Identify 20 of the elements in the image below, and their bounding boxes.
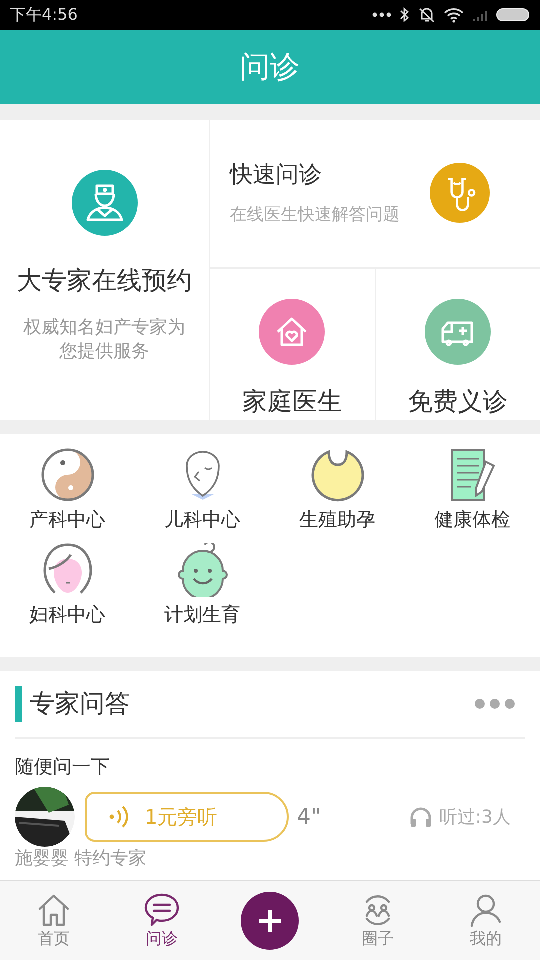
header-title: 问诊 bbox=[240, 48, 300, 86]
department-item[interactable]: 产科中心 bbox=[0, 448, 135, 534]
expert-booking-card[interactable]: 大专家在线预约 权威知名妇产专家为您提供服务 bbox=[0, 120, 210, 420]
department-item[interactable]: 生殖助孕 bbox=[270, 448, 405, 534]
quick-consult-card[interactable]: 快速问诊 在线医生快速解答问题 bbox=[210, 120, 540, 268]
quick-consult-title: 快速问诊 bbox=[230, 161, 322, 190]
department-item[interactable]: 健康体检 bbox=[405, 448, 540, 534]
quick-consult-subtitle: 在线医生快速解答问题 bbox=[230, 204, 400, 227]
section-title: 专家问答 bbox=[30, 688, 130, 720]
department-item[interactable]: 儿科中心 bbox=[135, 448, 270, 534]
department-item[interactable]: 妇科中心 bbox=[0, 542, 135, 629]
service-tile[interactable]: 家庭医生 bbox=[210, 268, 376, 420]
expert-name: 施婴婴 特约专家 bbox=[15, 849, 148, 869]
tab[interactable]: 问诊 bbox=[144, 892, 180, 948]
department-item[interactable]: 计划生育 bbox=[135, 542, 270, 629]
question-text: 随便问一下 bbox=[15, 755, 111, 779]
audio-duration: 4" bbox=[297, 804, 322, 832]
listen-count: 听过:3人 bbox=[439, 806, 511, 830]
service-tile[interactable]: 免费义诊 bbox=[376, 268, 540, 420]
status-time: 下午4:56 bbox=[10, 4, 78, 26]
